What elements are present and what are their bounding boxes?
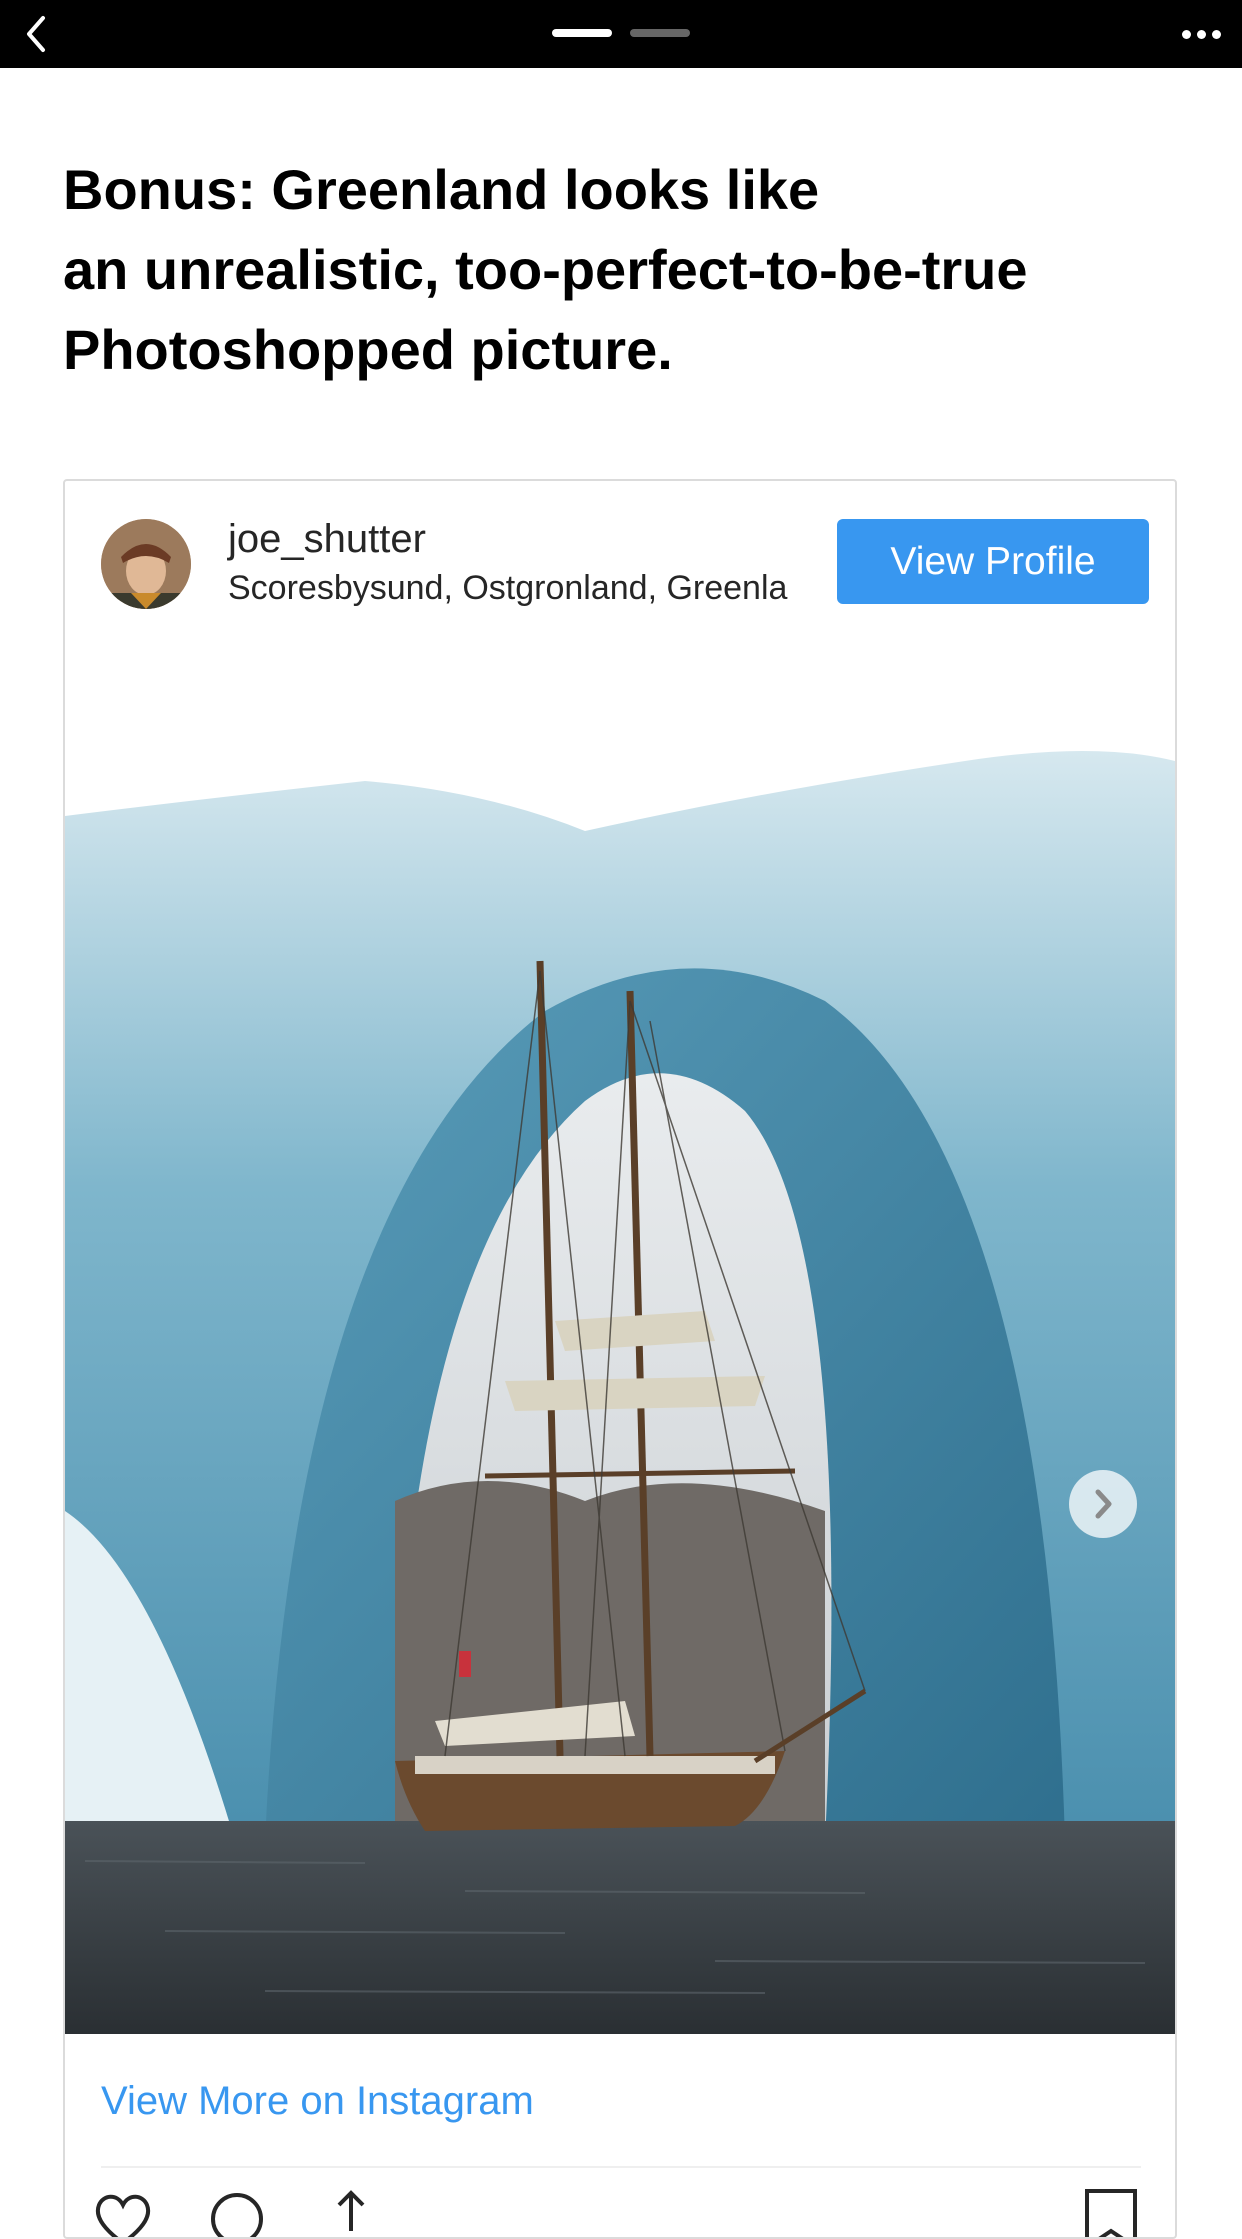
post-photo[interactable] [65, 641, 1175, 2034]
more-options-button[interactable] [1174, 14, 1228, 54]
share-icon[interactable] [319, 2187, 383, 2239]
headline-line: Photoshopped picture. [63, 318, 673, 381]
article-headline: Bonus: Greenland looks like an unrealist… [63, 150, 1183, 390]
carousel-next-button[interactable] [1069, 1470, 1137, 1538]
avatar[interactable] [101, 519, 191, 609]
page-indicator-segment [630, 29, 690, 37]
comment-icon[interactable] [205, 2187, 269, 2239]
instagram-embed-card: joe_shutter Scoresbysund, Ostgronland, G… [63, 479, 1177, 2239]
headline-line: an unrealistic, too-perfect-to-be-true [63, 238, 1028, 301]
view-profile-button[interactable]: View Profile [837, 519, 1149, 604]
ellipsis-icon-dot [1211, 29, 1221, 39]
ellipsis-icon [1181, 29, 1191, 39]
ellipsis-icon-dot [1196, 29, 1206, 39]
chevron-left-icon [27, 16, 45, 52]
headline-line: Bonus: Greenland looks like [63, 158, 820, 221]
heart-icon[interactable] [91, 2187, 155, 2239]
story-page-indicator [552, 29, 690, 37]
top-bar [0, 0, 1242, 68]
username[interactable]: joe_shutter [228, 517, 426, 562]
bookmark-icon[interactable] [1079, 2187, 1143, 2239]
divider [101, 2166, 1141, 2168]
location-label[interactable]: Scoresbysund, Ostgronland, Greenland [228, 569, 788, 608]
back-button[interactable] [12, 10, 60, 58]
view-more-on-instagram-link[interactable]: View More on Instagram [101, 2079, 534, 2124]
chevron-right-icon [1095, 1489, 1112, 1519]
page-indicator-segment [552, 29, 612, 37]
